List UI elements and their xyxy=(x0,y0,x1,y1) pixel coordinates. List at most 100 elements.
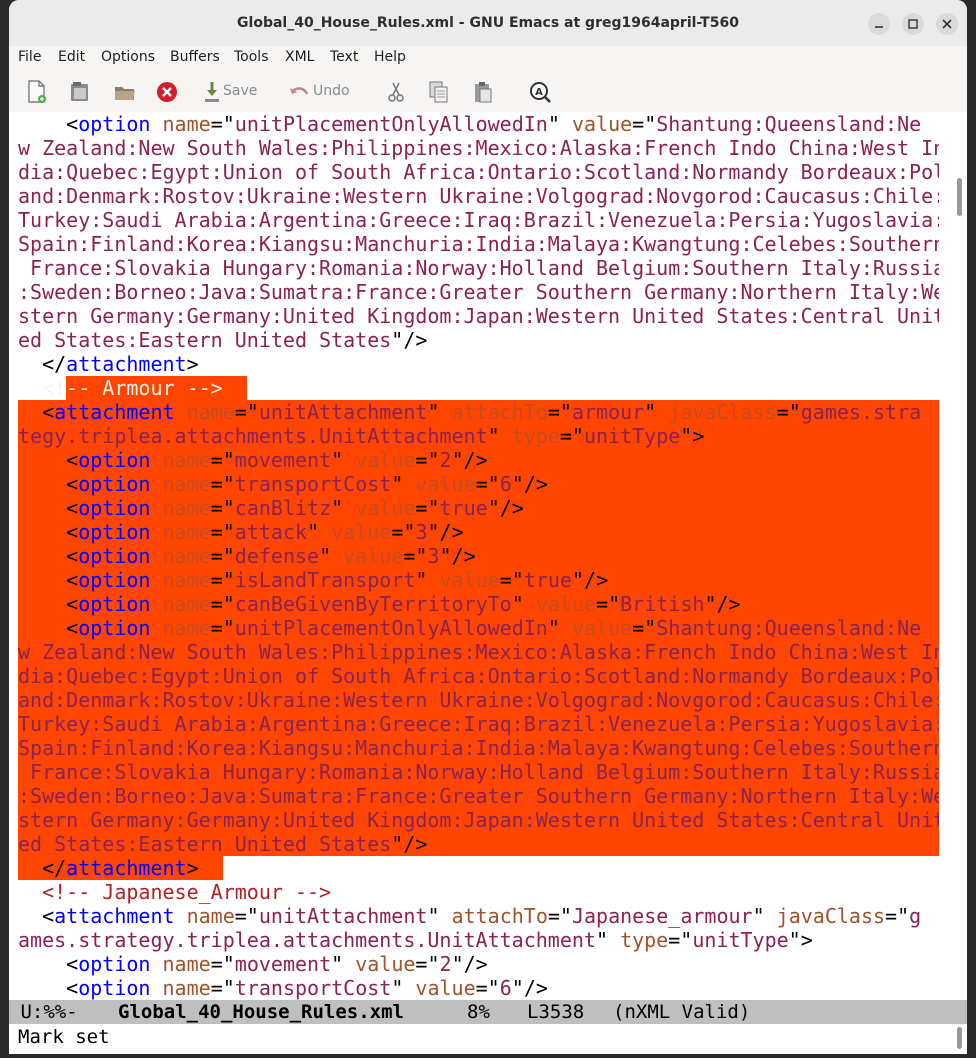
modeline-status: U:%%- xyxy=(9,1001,78,1023)
code-token: "/> xyxy=(511,472,548,496)
close-buffer-icon[interactable] xyxy=(155,80,179,104)
menu-edit[interactable]: Edit xyxy=(58,49,85,65)
code-line[interactable]: :Sweden:Borneo:Java:Sumatra:France:Great… xyxy=(18,784,939,808)
undo-button[interactable]: Undo xyxy=(313,83,350,99)
code-token: games.stra xyxy=(800,400,922,424)
code-line[interactable]: dia:Quebec:Egypt:Union of South Africa:O… xyxy=(18,160,939,184)
code-token: javaClass xyxy=(776,904,886,928)
menu-help[interactable]: Help xyxy=(374,49,406,65)
code-line[interactable]: France:Slovakia Hungary:Romania:Norway:H… xyxy=(18,760,939,784)
code-token: =" xyxy=(885,904,910,928)
modeline-buffer-name[interactable]: Global_40_House_Rules.xml xyxy=(118,1000,404,1024)
code-token: =" xyxy=(210,112,235,136)
code-line[interactable]: stern Germany:Germany:United Kingdom:Jap… xyxy=(18,808,939,832)
menu-xml[interactable]: XML xyxy=(285,49,314,65)
code-line[interactable]: ames.strategy.triplea.attachments.UnitAt… xyxy=(18,928,813,952)
code-line[interactable]: and:Denmark:Rostov:Ukraine:Western Ukrai… xyxy=(18,184,939,208)
code-line[interactable]: stern Germany:Germany:United Kingdom:Jap… xyxy=(18,304,939,328)
code-token: 2 xyxy=(439,448,452,472)
new-file-icon[interactable] xyxy=(25,80,49,104)
code-line[interactable]: <option name="unitPlacementOnlyAllowedIn… xyxy=(18,112,921,136)
code-line[interactable]: <option name="movement" value="2"/> xyxy=(18,448,488,472)
undo-icon[interactable] xyxy=(287,80,311,104)
code-token: name xyxy=(162,472,211,496)
scrollbar-thumb[interactable] xyxy=(957,178,962,216)
code-line[interactable]: Turkey:Saudi Arabia:Argentina:Greece:Ira… xyxy=(18,712,939,736)
code-line[interactable]: Spain:Finland:Korea:Kiangsu:Manchuria:In… xyxy=(18,232,939,256)
code-line[interactable]: France:Slovakia Hungary:Romania:Norway:H… xyxy=(18,256,939,280)
code-token: "/> xyxy=(511,976,548,1000)
code-line[interactable]: Spain:Finland:Korea:Kiangsu:Manchuria:In… xyxy=(18,736,939,760)
code-token: 3 xyxy=(415,520,428,544)
code-line[interactable]: <!-- Japanese_Armour --> xyxy=(18,880,331,904)
code-line[interactable]: <option name="transportCost" value="6"/> xyxy=(18,976,548,1000)
cut-icon[interactable] xyxy=(384,80,408,104)
code-token: name xyxy=(162,520,211,544)
code-line[interactable]: ed States:Eastern United States"/> xyxy=(18,328,427,352)
title-bar[interactable]: Global_40_House_Rules.xml - GNU Emacs at… xyxy=(9,0,967,46)
code-line[interactable]: <option name="canBeGivenByTerritoryTo" v… xyxy=(18,592,740,616)
code-token: 6 xyxy=(499,472,512,496)
menu-buffers[interactable]: Buffers xyxy=(170,49,220,65)
code-token: =" xyxy=(210,544,235,568)
code-token: " xyxy=(547,112,572,136)
code-line[interactable]: <option name="movement" value="2"/> xyxy=(18,952,488,976)
open-folder-icon[interactable] xyxy=(113,80,137,104)
code-line[interactable]: <option name="unitPlacementOnlyAllowedIn… xyxy=(18,616,921,640)
code-token: =" xyxy=(632,112,657,136)
code-line[interactable]: :Sweden:Borneo:Java:Sumatra:France:Great… xyxy=(18,280,939,304)
modeline-line-number: L3538 xyxy=(527,1001,585,1023)
code-token: =" xyxy=(415,952,440,976)
vertical-scrollbar[interactable] xyxy=(952,112,967,1000)
code-line[interactable]: <option name="transportCost" value="6"/> xyxy=(18,472,548,496)
code-token: w Zealand:New South Wales:Philippines:Me… xyxy=(18,640,939,664)
menu-tools[interactable]: Tools xyxy=(234,49,269,65)
code-token: attachment xyxy=(54,400,175,424)
code-line[interactable]: tegy.triplea.attachments.UnitAttachment"… xyxy=(18,424,704,448)
code-token: " xyxy=(307,520,332,544)
code-token: < xyxy=(18,472,79,496)
menu-text[interactable]: Text xyxy=(330,49,358,65)
modeline-major-mode[interactable]: (nXML Valid) xyxy=(613,1000,750,1024)
search-icon[interactable]: A xyxy=(528,80,552,104)
code-token: attachment xyxy=(66,856,187,880)
code-line[interactable]: <option name="canBlitz" value="true"/> xyxy=(18,496,524,520)
tool-bar: Save Undo A xyxy=(9,72,967,112)
code-line[interactable]: w Zealand:New South Wales:Philippines:Me… xyxy=(18,640,939,664)
code-line[interactable]: and:Denmark:Rostov:Ukraine:Western Ukrai… xyxy=(18,688,939,712)
editor-buffer[interactable]: <option name="unitPlacementOnlyAllowedIn… xyxy=(9,112,939,1000)
code-line[interactable]: <attachment name="unitAttachment" attach… xyxy=(18,904,921,928)
code-line[interactable]: <option name="isLandTransport" value="tr… xyxy=(18,568,608,592)
minimize-button[interactable] xyxy=(868,13,890,35)
code-line[interactable]: </attachment> xyxy=(18,352,199,376)
paste-icon[interactable] xyxy=(471,80,495,104)
code-token: " xyxy=(331,496,356,520)
code-line[interactable]: <attachment name="unitAttachment" attach… xyxy=(18,400,921,424)
menu-options[interactable]: Options xyxy=(101,49,155,65)
code-token: < xyxy=(18,400,55,424)
code-line[interactable]: dia:Quebec:Egypt:Union of South Africa:O… xyxy=(18,664,939,688)
code-token: " xyxy=(487,424,512,448)
code-line[interactable]: <!-- Armour --> xyxy=(18,376,223,400)
save-icon[interactable] xyxy=(200,80,224,104)
code-line[interactable]: </attachment> xyxy=(18,856,199,880)
code-token: and:Denmark:Rostov:Ukraine:Western Ukrai… xyxy=(18,184,939,208)
code-line[interactable]: <option name="defense" value="3"/> xyxy=(18,544,476,568)
code-line[interactable]: <option name="attack" value="3"/> xyxy=(18,520,463,544)
code-line[interactable]: Turkey:Saudi Arabia:Argentina:Greece:Ira… xyxy=(18,208,939,232)
code-line[interactable]: ed States:Eastern United States"/> xyxy=(18,832,427,856)
open-directory-icon[interactable] xyxy=(68,80,92,104)
close-button[interactable] xyxy=(936,13,958,35)
code-token: option xyxy=(78,448,151,472)
save-button[interactable]: Save xyxy=(223,83,257,99)
minibuffer[interactable]: Mark set xyxy=(9,1024,967,1054)
code-token: name xyxy=(162,448,211,472)
copy-icon[interactable] xyxy=(427,80,451,104)
code-line[interactable]: w Zealand:New South Wales:Philippines:Me… xyxy=(18,136,939,160)
maximize-button[interactable] xyxy=(902,13,924,35)
menu-file[interactable]: File xyxy=(18,49,41,65)
